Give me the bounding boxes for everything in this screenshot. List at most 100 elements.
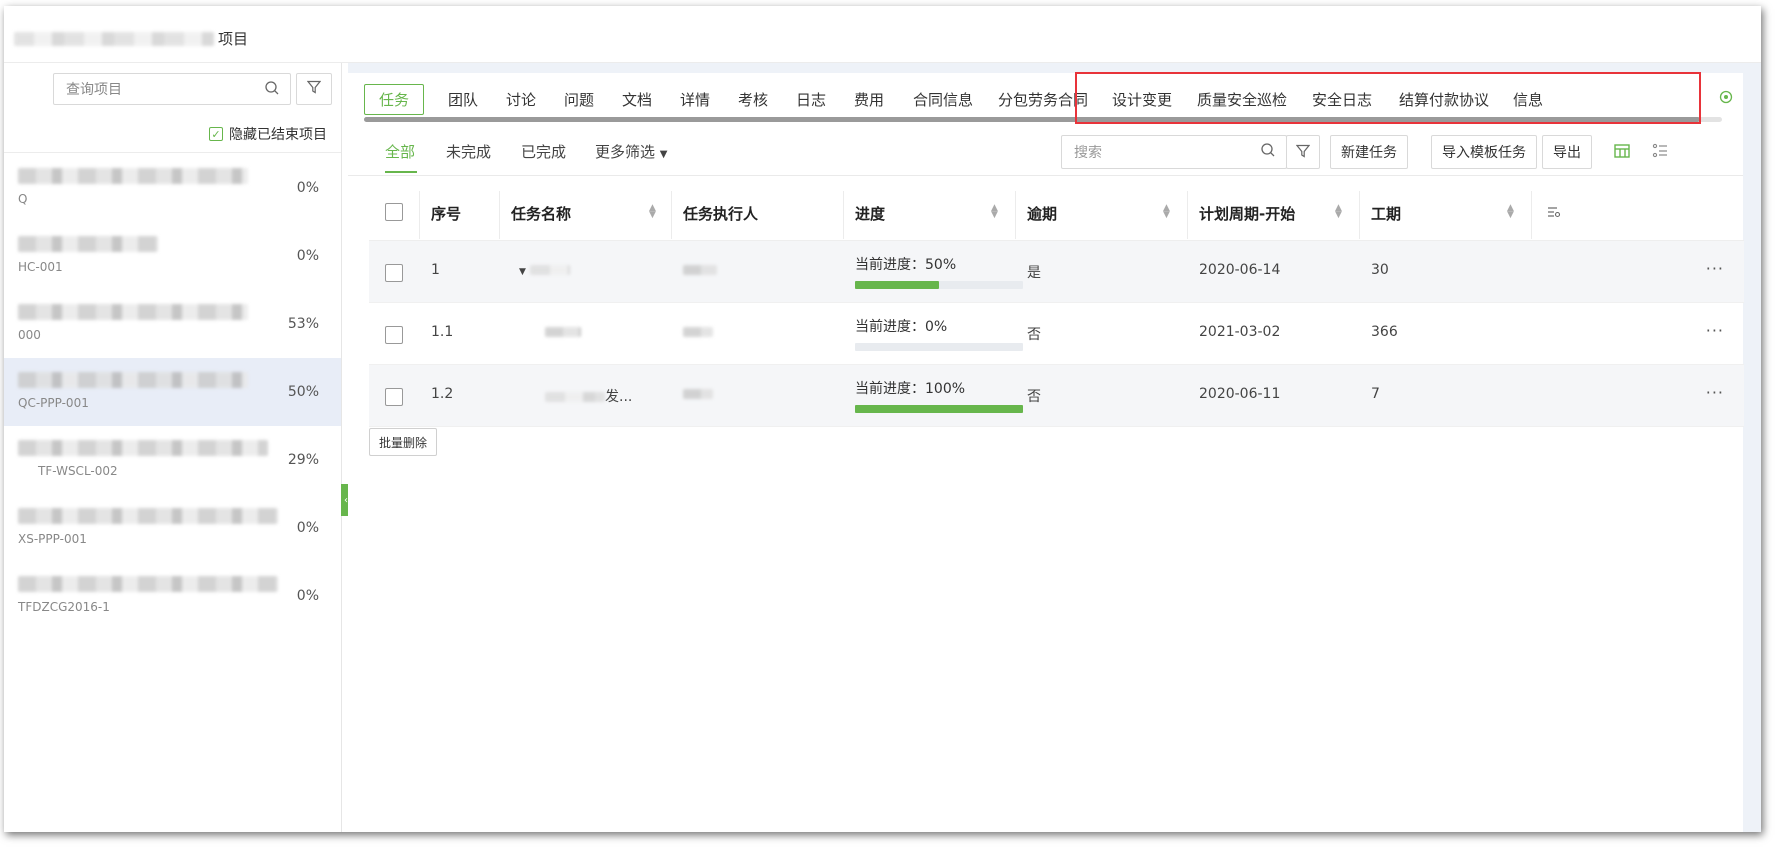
project-search[interactable] [53,73,291,105]
sort-icon[interactable]: ▲ ▼ [991,204,998,220]
table-row[interactable]: 1.2 发... 当前进度：100% 否 2020-06-11 7 ··· [369,365,1744,427]
progress-bar-fill [855,281,939,289]
hide-ended-toggle[interactable]: ✓ 隐藏已结束项目 [209,124,327,144]
col-duration[interactable]: 工期 [1371,203,1401,224]
tree-list-view-icon[interactable] [1651,142,1669,164]
row-checkbox[interactable] [385,388,403,406]
redacted-executor [683,389,713,399]
batch-delete-button[interactable]: 批量删除 [369,428,438,456]
redacted-project-name [18,168,248,184]
header: 项目 [4,6,1761,63]
task-search[interactable] [1061,135,1287,169]
progress-label: 当前进度：50% [855,257,957,273]
table-row[interactable]: 1 ▼ 当前进度：50% 是 2020-06-14 30 ··· [369,241,1744,303]
tab-expenses[interactable]: 费用 [854,89,884,110]
select-all-checkbox[interactable] [385,203,403,221]
tab-subcontract-labor[interactable]: 分包劳务合同 [998,89,1088,110]
tab-documents[interactable]: 文档 [622,89,652,110]
sort-icon[interactable]: ▲ ▼ [649,204,656,220]
tab-design-change[interactable]: 设计变更 [1112,89,1172,110]
tab-settings-icon[interactable] [1719,89,1733,108]
project-percent: 50% [287,384,319,400]
task-table: 序号 任务名称 ▲ ▼ 任务执行人 进度 ▲ ▼ 逾期 ▲ ▼ 计划周期-开始 ▲ ▼ [369,183,1744,427]
column-settings-icon[interactable] [1547,205,1561,223]
tab-scrollbar-thumb[interactable] [364,117,1700,122]
tab-settlement-agreement[interactable]: 结算付款协议 [1399,89,1489,110]
tab-log[interactable]: 日志 [796,89,826,110]
caret-down-icon: ▼ [659,149,668,160]
tab-team[interactable]: 团队 [448,89,478,110]
tab-info[interactable]: 信息 [1513,89,1543,110]
col-progress[interactable]: 进度 [855,203,885,224]
new-task-button[interactable]: 新建任务 [1330,135,1408,169]
table-row[interactable]: 1.1 当前进度：0% 否 2021-03-02 366 ··· [369,303,1744,365]
project-code: TFDZCG2016-1 [18,600,110,614]
project-search-input[interactable] [64,74,258,104]
project-item[interactable]: TF-WSCL-002 29% [4,426,341,494]
table-view-icon[interactable] [1613,142,1631,164]
project-code: XS-PPP-001 [18,532,87,546]
cell-seq: 1 [431,262,440,278]
table-header: 序号 任务名称 ▲ ▼ 任务执行人 进度 ▲ ▼ 逾期 ▲ ▼ 计划周期-开始 ▲ ▼ [369,183,1744,241]
project-filter-button[interactable] [296,73,332,105]
col-overdue[interactable]: 逾期 [1027,203,1057,224]
col-plan-start[interactable]: 计划周期-开始 [1199,203,1295,224]
project-code: TF-WSCL-002 [38,464,118,478]
sort-icon[interactable]: ▲ ▼ [1335,204,1342,220]
export-button[interactable]: 导出 [1542,135,1592,169]
redacted-executor [683,265,717,275]
tab-task[interactable]: 任务 [364,84,425,115]
more-filter-dropdown[interactable]: 更多筛选 ▼ [595,141,668,162]
row-checkbox[interactable] [385,326,403,344]
cell-task-name[interactable] [545,324,581,340]
task-filter-button[interactable] [1286,135,1320,169]
cell-overdue: 是 [1027,265,1041,281]
search-icon[interactable] [1260,142,1276,162]
cell-overdue: 否 [1027,389,1041,405]
row-checkbox[interactable] [385,264,403,282]
col-task-name[interactable]: 任务名称 [511,203,571,224]
progress-bar-fill [855,405,1023,413]
project-item[interactable]: TFDZCG2016-1 0% [4,562,341,630]
module-tabs: 任务 团队 讨论 问题 文档 详情 考核 日志 费用 合同信息 分包劳务合同 设… [348,72,1743,124]
project-sidebar: ✓ 隐藏已结束项目 Q 0% HC-001 0% 000 53% QC-P [4,63,342,832]
cell-task-name[interactable]: 发... [545,386,632,406]
sort-icon[interactable]: ▲ ▼ [1163,204,1170,220]
redacted-project-name [18,576,278,592]
col-seq[interactable]: 序号 [431,203,461,224]
filter-completed[interactable]: 已完成 [521,141,566,162]
filter-all[interactable]: 全部 [385,141,415,162]
tab-discussion[interactable]: 讨论 [506,89,536,110]
project-code: 000 [18,328,41,342]
progress-bar [855,281,1023,289]
tab-contract-info[interactable]: 合同信息 [913,89,973,110]
project-item[interactable]: XS-PPP-001 0% [4,494,341,562]
filter-incomplete[interactable]: 未完成 [446,141,491,162]
sort-icon[interactable]: ▲ ▼ [1507,204,1514,220]
project-item[interactable]: 000 53% [4,290,341,358]
expand-caret-icon[interactable]: ▼ [519,267,526,277]
import-template-task-button[interactable]: 导入模板任务 [1431,135,1537,169]
redacted-project-name [18,508,278,524]
search-icon[interactable] [264,80,280,100]
task-name-visible-tail: 发... [605,389,633,405]
task-search-input[interactable] [1072,136,1246,168]
more-filter-label: 更多筛选 [595,143,656,161]
row-more-icon[interactable]: ··· [1706,259,1724,278]
project-percent: 0% [296,248,319,264]
row-more-icon[interactable]: ··· [1706,321,1724,340]
project-item[interactable]: Q 0% [4,154,341,222]
row-more-icon[interactable]: ··· [1706,383,1724,402]
tab-issues[interactable]: 问题 [564,89,594,110]
project-item[interactable]: HC-001 0% [4,222,341,290]
project-item-selected[interactable]: QC-PPP-001 50% [4,358,341,426]
task-filter-bar: 全部 未完成 已完成 更多筛选 ▼ 搜索 新建任务 导入模板任务 导出 [348,125,1743,176]
tab-safety-log[interactable]: 安全日志 [1312,89,1372,110]
column-divider [1187,191,1188,239]
tab-quality-safety-inspection[interactable]: 质量安全巡检 [1197,89,1287,110]
col-executor[interactable]: 任务执行人 [683,203,758,224]
hide-ended-checkbox[interactable]: ✓ [209,127,223,141]
tab-assessment[interactable]: 考核 [738,89,768,110]
tab-details[interactable]: 详情 [680,89,710,110]
cell-task-name[interactable]: ▼ [519,262,571,278]
